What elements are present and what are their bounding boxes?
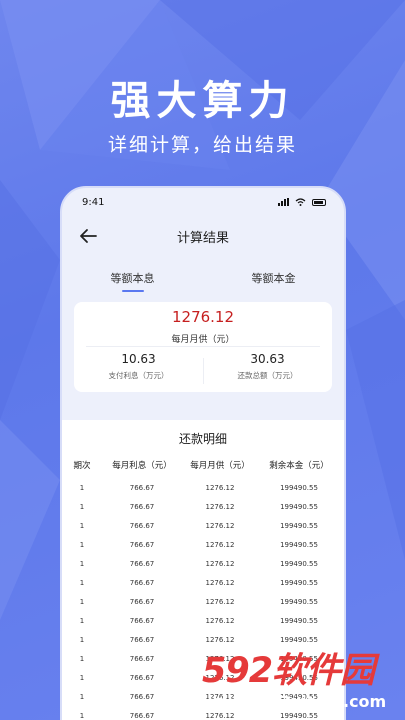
table-cell: 1 [79,635,85,644]
detail-title: 还款明细 [178,432,227,446]
table-cell: 199490.55 [280,559,318,568]
table-cell: 1 [79,711,85,720]
summary-card: 1276.12 每月月供（元） 10.63 支付利息（万元） 30.63 还款总… [74,302,332,392]
table-cell: 766.67 [129,711,155,720]
table-cell: 1276.12 [205,616,235,625]
table-cell: 1 [79,502,85,511]
signal-icon [278,198,289,206]
col-header: 期次 [73,461,91,471]
table-cell: 1 [79,692,85,701]
total-stat: 30.63 还款总额（万元） [203,352,332,381]
monthly-payment-value: 1276.12 [171,308,235,326]
table-header: 期次 每月利息（元） 每月月供（元） 剩余本金（元） [62,452,344,478]
total-value: 30.63 [250,352,285,366]
monthly-payment-label: 每月月供（元） [171,335,235,345]
col-header: 剩余本金（元） [269,461,329,471]
table-cell: 1 [79,521,85,530]
divider [86,346,320,347]
watermark-url: www.592xiazai.com [208,692,387,711]
table-row: 1 766.67 1276.12 199490.55 [62,554,344,573]
nav-bar: 计算结果 [62,216,344,256]
table-cell: 766.67 [129,540,155,549]
table-cell: 1276.12 [205,578,235,587]
table-cell: 199490.55 [280,483,318,492]
table-cell: 766.67 [129,654,155,663]
arrow-left-icon[interactable] [76,224,100,248]
tab-equal-principal[interactable]: 等额本金 [203,256,344,294]
table-cell: 766.67 [129,635,155,644]
table-cell: 766.67 [129,483,155,492]
battery-icon [312,198,326,206]
watermark: 592软件园 www.592xiazai.com [190,640,405,720]
wifi-icon [295,198,306,206]
interest-value: 10.63 [121,352,156,366]
status-time: 9:41 [82,196,105,208]
table-cell: 766.67 [129,597,155,606]
table-cell: 1276.12 [205,483,235,492]
table-cell: 766.67 [129,673,155,682]
interest-stat: 10.63 支付利息（万元） [74,352,203,381]
tab-bar: 等额本息 等额本金 [62,256,344,294]
table-cell: 1276.12 [205,597,235,606]
total-label: 还款总额（万元） [237,371,298,380]
table-cell: 1 [79,616,85,625]
table-row: 1 766.67 1276.12 199490.55 [62,611,344,630]
watermark-brand: 592软件园 [202,651,375,691]
col-header: 每月月供（元） [190,461,250,471]
table-row: 1 766.67 1276.12 199490.55 [62,516,344,535]
table-cell: 1 [79,673,85,682]
hero-subtitle: 详细计算，给出结果 [107,134,297,156]
table-cell: 766.67 [129,616,155,625]
table-cell: 766.67 [129,559,155,568]
table-cell: 1 [79,597,85,606]
table-cell: 199490.55 [280,502,318,511]
table-cell: 1 [79,483,85,492]
status-icons [278,198,326,206]
table-row: 1 766.67 1276.12 199490.55 [62,478,344,497]
col-header: 每月利息（元） [112,461,172,471]
table-cell: 1 [79,654,85,663]
table-cell: 766.67 [129,521,155,530]
table-cell: 199490.55 [280,578,318,587]
table-cell: 199490.55 [280,616,318,625]
tab-equal-installment[interactable]: 等额本息 [62,256,203,294]
interest-label: 支付利息（万元） [108,371,169,380]
table-cell: 1276.12 [205,559,235,568]
table-cell: 766.67 [129,692,155,701]
table-cell: 1276.12 [205,521,235,530]
hero-title: 强大算力 [110,78,295,124]
table-cell: 1276.12 [205,502,235,511]
table-row: 1 766.67 1276.12 199490.55 [62,497,344,516]
table-cell: 199490.55 [280,521,318,530]
table-cell: 199490.55 [280,540,318,549]
table-row: 1 766.67 1276.12 199490.55 [62,573,344,592]
table-cell: 1 [79,559,85,568]
table-cell: 1276.12 [205,540,235,549]
table-row: 1 766.67 1276.12 199490.55 [62,535,344,554]
table-cell: 766.67 [129,578,155,587]
status-bar: 9:41 [62,188,344,216]
table-cell: 766.67 [129,502,155,511]
table-cell: 1 [79,578,85,587]
table-cell: 1 [79,540,85,549]
table-row: 1 766.67 1276.12 199490.55 [62,592,344,611]
table-cell: 199490.55 [280,597,318,606]
page-title: 计算结果 [176,230,229,246]
